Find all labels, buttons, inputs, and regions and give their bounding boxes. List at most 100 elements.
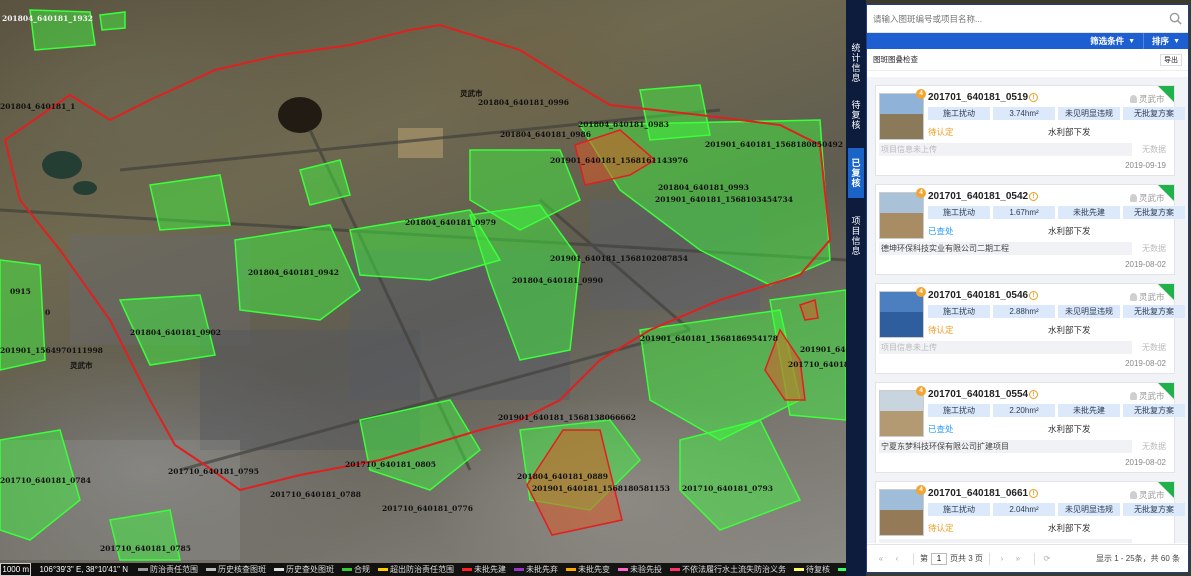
spot-tag: 未见明显违规 [1058, 107, 1120, 120]
spot-card[interactable]: 4 201701_640181_0661! 灵武市 施工扰动 2.04hm² 未见明显违规… [875, 481, 1185, 543]
legend-item[interactable]: 非 [838, 564, 846, 575]
spot-date: 2019-08-02 [1125, 458, 1166, 467]
spot-tag: 3.74hm² [993, 107, 1055, 120]
legend-swatch [618, 568, 628, 571]
filter-bar: 筛选条件 ▼ 排序 ▼ [867, 33, 1188, 49]
legend-swatch [206, 568, 216, 571]
pagination: « ‹ 第 页共 3 页 › » ⟳ 显示 1 - 25条，共 60 条 [867, 544, 1188, 572]
map-label: 201901_640181_0 [800, 345, 846, 354]
map-label: 201804_640181_0986 [500, 130, 591, 139]
next-page-button[interactable]: › [996, 554, 1008, 563]
info-icon[interactable]: ! [1029, 192, 1039, 201]
prev-page-button[interactable]: ‹ [891, 554, 903, 563]
first-page-button[interactable]: « [875, 554, 887, 563]
issuing-dept: 水利部下发 [1048, 523, 1091, 533]
legend-item[interactable]: 未批先变 [566, 564, 610, 575]
spot-photo[interactable] [879, 291, 924, 338]
cursor-coordinates: 106°39'3" E, 38°10'41" N [39, 565, 128, 574]
legend-swatch [514, 568, 524, 571]
region: 灵武市 [1130, 291, 1165, 303]
spot-tags: 施工扰动 2.20hm² 未批先建 无批复方案 [928, 404, 1188, 417]
legend-item[interactable]: 合规 [342, 564, 370, 575]
spot-id[interactable]: 201701_640181_0542! [928, 191, 1039, 202]
spot-list[interactable]: 4 201701_640181_0519! 灵武市 施工扰动 3.74hm² 未见明显违规… [867, 77, 1188, 543]
status-text: 待认定 [928, 325, 954, 335]
legend-item[interactable]: 历史查处图斑 [274, 564, 334, 575]
spot-tag: 未批先建 [1058, 404, 1120, 417]
legend-swatch [138, 568, 148, 571]
tab-project-info[interactable]: 项目信息 [848, 212, 864, 260]
spot-tags: 施工扰动 3.74hm² 未见明显违规 无批复方案 [928, 107, 1188, 120]
export-button[interactable]: 导出 [1160, 53, 1182, 66]
status-text: 已查处 [928, 424, 954, 434]
issuing-dept: 水利部下发 [1048, 226, 1091, 236]
legend-item[interactable]: 超出防治责任范围 [378, 564, 454, 575]
info-icon[interactable]: ! [1029, 93, 1039, 102]
project-name: 项目信息未上传 [879, 341, 1132, 354]
map-label: 201901_640181_1568138066662 [498, 413, 636, 422]
region: 灵武市 [1130, 192, 1165, 204]
spot-card[interactable]: 4 201701_640181_0542! 灵武市 施工扰动 1.67hm² 未批先建 无批… [875, 184, 1185, 275]
location-pin-icon [1130, 293, 1137, 301]
spot-tag: 施工扰动 [928, 503, 990, 516]
map-label: 201804_640181_0979 [405, 218, 496, 227]
spot-tag: 无批复方案 [1123, 107, 1185, 120]
map-label: 201804_640181_0990 [512, 276, 603, 285]
region-text: 灵武市 [1139, 292, 1165, 302]
legend-item[interactable]: 防治责任范围 [138, 564, 198, 575]
spot-id[interactable]: 201701_640181_0661! [928, 488, 1039, 499]
page-input[interactable] [931, 552, 947, 565]
sort-button[interactable]: 排序 ▼ [1144, 33, 1188, 49]
photo-count-badge: 4 [916, 386, 926, 396]
info-icon[interactable]: ! [1029, 291, 1039, 300]
spot-card[interactable]: 4 201701_640181_0554! 灵武市 施工扰动 2.20hm² 未批先建 无批… [875, 382, 1185, 473]
spot-id[interactable]: 201701_640181_0554! [928, 389, 1039, 400]
map-label: 201710_640181_0785 [100, 544, 191, 553]
search-icon[interactable] [1169, 12, 1182, 25]
spot-photo[interactable] [879, 93, 924, 140]
legend-swatch [838, 568, 846, 571]
map-label: 201804_640181_0993 [658, 183, 749, 192]
project-name: 宁夏东梦科技环保有限公司扩建项目 [879, 440, 1132, 453]
tab-reviewed[interactable]: 已复核 [848, 148, 864, 198]
spot-tag: 2.88hm² [993, 305, 1055, 318]
map-view[interactable]: 201804_640181_1932 201804_640181_1 20180… [0, 0, 846, 576]
spot-photo[interactable] [879, 390, 924, 437]
legend-item[interactable]: 不依法履行水土流失防治义务 [670, 564, 786, 575]
info-icon[interactable]: ! [1029, 390, 1039, 399]
region-text: 灵武市 [1139, 94, 1165, 104]
legend-item[interactable]: 待复核 [794, 564, 830, 575]
tab-statistics[interactable]: 统计信息 [848, 40, 864, 86]
result-panel: 筛选条件 ▼ 排序 ▼ 图斑图叠检查 导出 4 201701_640181_051… [866, 4, 1189, 573]
spot-tags: 施工扰动 1.67hm² 未批先建 无批复方案 [928, 206, 1188, 219]
map-label: 201804_640181_0996 [478, 98, 569, 107]
spot-id[interactable]: 201701_640181_0519! [928, 92, 1039, 103]
legend-label: 未批先建 [474, 565, 506, 574]
issuing-dept: 水利部下发 [1048, 424, 1091, 434]
filter-condition-label: 筛选条件 [1090, 36, 1125, 46]
spot-date: 2019-09-19 [1125, 161, 1166, 170]
spot-card[interactable]: 4 201701_640181_0519! 灵武市 施工扰动 3.74hm² 未见明显违规… [875, 85, 1185, 176]
spot-card[interactable]: 4 201701_640181_0546! 灵武市 施工扰动 2.88hm² 未见明显违规… [875, 283, 1185, 374]
legend-label: 未批先变 [578, 565, 610, 574]
legend-item[interactable]: 未验先投 [618, 564, 662, 575]
spot-tag: 2.04hm² [993, 503, 1055, 516]
tab-pending-review[interactable]: 待复核 [848, 95, 864, 135]
spot-id[interactable]: 201701_640181_0546! [928, 290, 1039, 301]
info-icon[interactable]: ! [1029, 489, 1039, 498]
sort-label: 排序 [1152, 36, 1170, 46]
divider [1033, 552, 1035, 565]
spot-tag: 无批复方案 [1123, 305, 1185, 318]
legend-item[interactable]: 历史核查图斑 [206, 564, 266, 575]
filter-condition-button[interactable]: 筛选条件 ▼ [1082, 33, 1145, 49]
search-input[interactable] [873, 11, 1163, 27]
legend-item[interactable]: 未批先弃 [514, 564, 558, 575]
photo-ground [880, 510, 923, 535]
legend-item[interactable]: 未批先建 [462, 564, 506, 575]
spot-tag: 未批先建 [1058, 206, 1120, 219]
spot-photo[interactable] [879, 192, 924, 239]
last-page-button[interactable]: » [1012, 554, 1024, 563]
overlap-check-button[interactable]: 图斑图叠检查 [873, 54, 918, 65]
refresh-icon[interactable]: ⟳ [1041, 554, 1053, 563]
spot-photo[interactable] [879, 489, 924, 536]
